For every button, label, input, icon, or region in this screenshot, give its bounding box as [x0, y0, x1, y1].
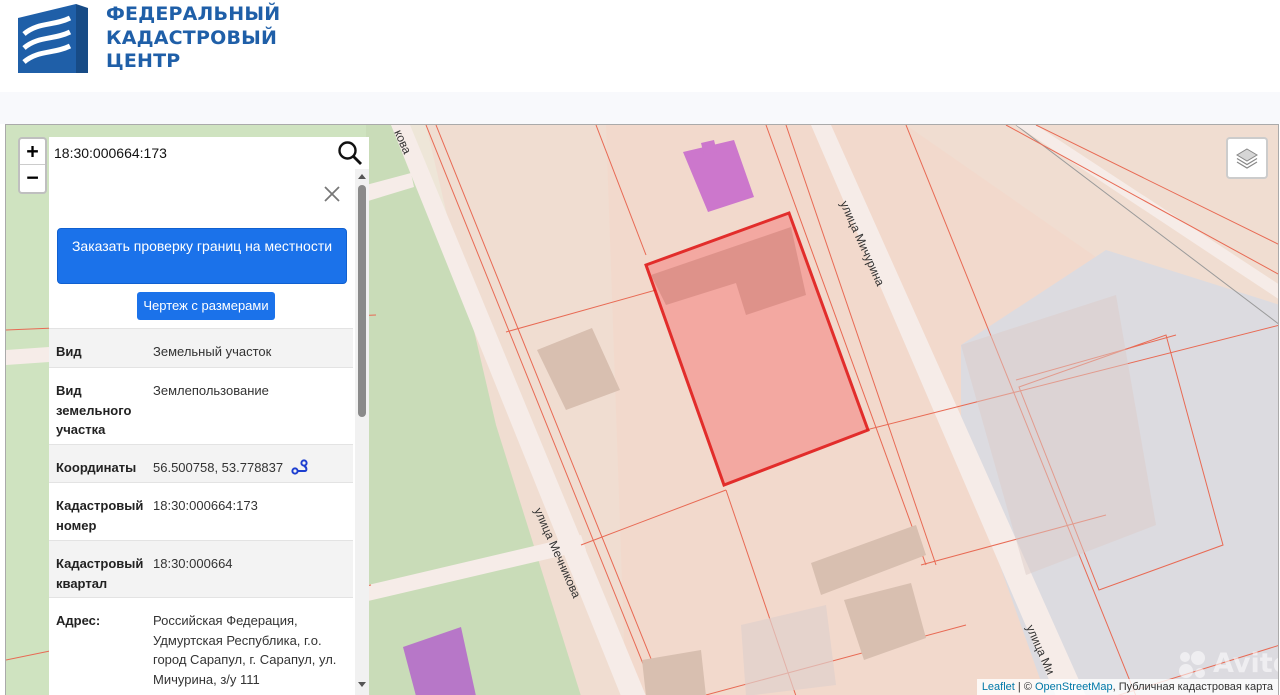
- coordinates-value[interactable]: 56.500758, 53.778837: [153, 460, 283, 475]
- search-input[interactable]: 18:30:000664:173: [54, 145, 167, 161]
- row-key: Координаты: [56, 460, 137, 475]
- zoom-control: + −: [18, 137, 47, 194]
- scroll-up-arrow-icon[interactable]: [355, 171, 369, 181]
- row-key: Кадастровый квартал: [56, 556, 144, 591]
- scroll-down-arrow-icon[interactable]: [355, 680, 369, 690]
- table-row: Вид Земельный участок: [49, 328, 353, 367]
- table-row: Вид земельного участка Землепользование: [49, 367, 353, 444]
- header-strip: [0, 92, 1280, 124]
- logo-text[interactable]: ФЕДЕРАЛЬНЫЙ КАДАСТРОВЫЙ ЦЕНТР: [106, 3, 280, 74]
- table-row: Кадастровый квартал 18:30:000664: [49, 540, 353, 597]
- close-icon[interactable]: [321, 183, 343, 205]
- parcel-info-panel: Заказать проверку границ на местности Че…: [49, 169, 369, 695]
- row-value: 18:30:000664: [153, 556, 233, 571]
- cadastral-search-box[interactable]: 18:30:000664:173: [49, 137, 369, 169]
- drawing-with-dimensions-button[interactable]: Чертеж с размерами: [137, 292, 275, 320]
- zoom-out-button[interactable]: −: [20, 165, 45, 191]
- leaflet-link[interactable]: Leaflet: [982, 681, 1015, 693]
- row-key: Вид: [56, 344, 82, 359]
- parcel-attributes-table: Вид Земельный участок Вид земельного уча…: [49, 328, 353, 695]
- attribution-separator: | ©: [1014, 681, 1035, 693]
- map-attribution: Leaflet | © OpenStreetMap, Публичная кад…: [976, 679, 1278, 695]
- row-value[interactable]: 18:30:000664:173: [153, 496, 348, 516]
- logo-line-3: ЦЕНТР: [106, 50, 181, 72]
- row-value: 56.500758, 53.778837: [153, 458, 348, 478]
- cadastral-map[interactable]: кова улица Мичурина улица Мечникова улиц…: [5, 124, 1279, 695]
- table-row: Координаты 56.500758, 53.778837: [49, 444, 353, 482]
- table-row: Адрес: Российская Федерация, Удмуртская …: [49, 597, 353, 695]
- watermark-text: Avito: [1213, 648, 1278, 679]
- route-icon[interactable]: [291, 459, 309, 475]
- layers-control[interactable]: [1226, 137, 1268, 179]
- row-value: Земельный участок: [153, 344, 272, 359]
- osm-link[interactable]: OpenStreetMap: [1035, 681, 1113, 693]
- table-row: Кадастровый номер 18:30:000664:173: [49, 482, 353, 540]
- row-key: Кадастровый номер: [56, 498, 144, 533]
- search-icon[interactable]: [337, 140, 363, 166]
- logo-line-1: ФЕДЕРАЛЬНЫЙ: [106, 3, 281, 25]
- zoom-in-button[interactable]: +: [20, 139, 45, 165]
- fkc-logo-icon[interactable]: [18, 4, 88, 73]
- attribution-rest: , Публичная кадастровая карта: [1112, 681, 1273, 693]
- avito-watermark: Avito: [1176, 648, 1278, 682]
- row-key: Вид земельного участка: [56, 383, 132, 437]
- scrollbar-thumb[interactable]: [358, 185, 366, 417]
- row-key: Адрес:: [56, 613, 101, 628]
- order-boundary-check-button[interactable]: Заказать проверку границ на местности: [57, 228, 347, 284]
- avito-logo-icon: [1179, 651, 1205, 678]
- row-value: Землепользование: [153, 383, 269, 398]
- layers-icon: [1236, 148, 1258, 169]
- logo-line-2: КАДАСТРОВЫЙ: [106, 26, 278, 49]
- row-value: Российская Федерация, Удмуртская Республ…: [153, 613, 337, 687]
- site-header: ФЕДЕРАЛЬНЫЙ КАДАСТРОВЫЙ ЦЕНТР: [0, 0, 1280, 92]
